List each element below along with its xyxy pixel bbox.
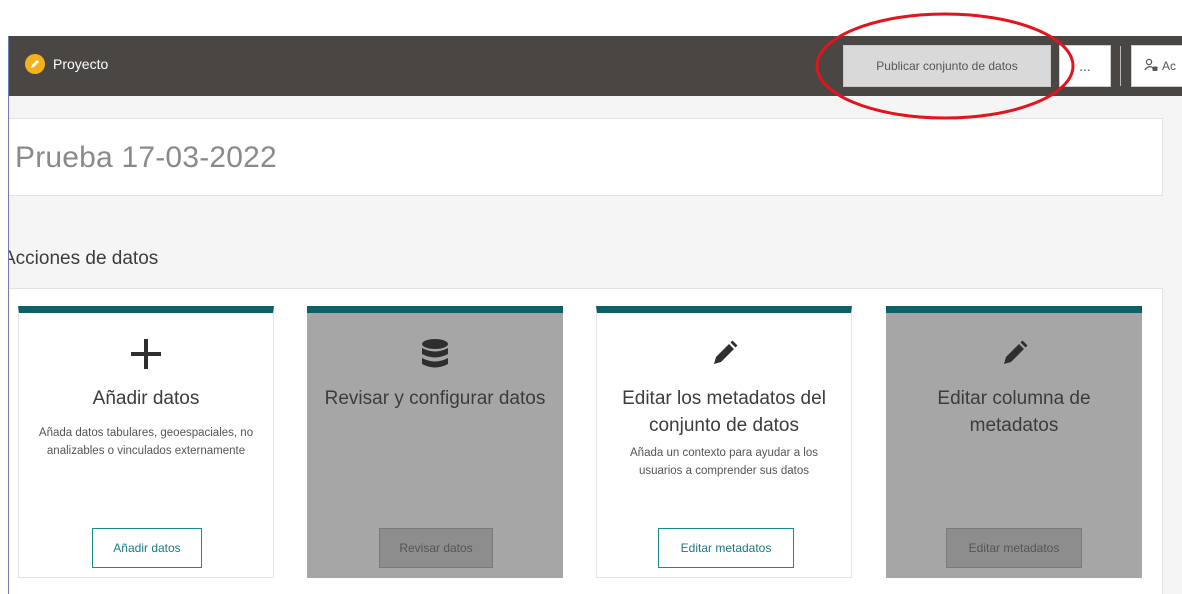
project-brand[interactable]: Proyecto	[25, 54, 108, 74]
publish-dataset-button[interactable]: Publicar conjunto de datos	[843, 45, 1051, 87]
pencil-icon	[597, 337, 851, 371]
edit-dataset-metadata-card: Editar los metadatos del conjunto de dat…	[596, 306, 852, 578]
user-lock-icon	[1144, 58, 1158, 75]
pencil-circle-icon	[25, 54, 45, 74]
card-title: Editar los metadatos del conjunto de dat…	[622, 388, 826, 436]
ellipsis-icon: ...	[1079, 58, 1091, 74]
card-description: Añada un contexto para ayudar a los usua…	[630, 447, 818, 477]
add-data-card: Añadir datos Añada datos tabulares, geoe…	[18, 306, 274, 578]
brand-label: Proyecto	[53, 56, 109, 72]
page-title: Prueba 17-03-2022	[15, 141, 277, 174]
database-icon	[307, 337, 563, 371]
plus-icon	[19, 337, 273, 371]
card-title: Editar columna de metadatos	[937, 388, 1091, 436]
top-bar: Proyecto Publicar conjunto de datos ... …	[9, 36, 1182, 96]
review-data-card: Revisar y configurar datos Revisar datos	[307, 306, 563, 578]
more-options-button[interactable]: ...	[1059, 45, 1111, 87]
review-data-button[interactable]: Revisar datos	[379, 528, 493, 568]
title-panel: Prueba 17-03-2022	[9, 118, 1163, 196]
section-title: Acciones de datos	[8, 248, 159, 269]
pencil-icon	[886, 337, 1142, 371]
access-button[interactable]: Ac	[1131, 45, 1182, 87]
add-data-button[interactable]: Añadir datos	[92, 528, 202, 568]
app-window: Proyecto Publicar conjunto de datos ... …	[8, 36, 1182, 594]
card-title: Añadir datos	[92, 388, 200, 409]
edit-column-metadata-card: Editar columna de metadatos Editar metad…	[886, 306, 1142, 578]
card-description: Añada datos tabulares, geoespaciales, no…	[38, 427, 254, 457]
edit-metadata-button[interactable]: Editar metadatos	[658, 528, 794, 568]
topbar-divider	[1120, 46, 1121, 86]
data-actions-panel: Añadir datos Añada datos tabulares, geoe…	[9, 288, 1163, 594]
card-title: Revisar y configurar datos	[324, 388, 546, 409]
edit-column-metadata-button[interactable]: Editar metadatos	[946, 528, 1082, 568]
access-label: Ac	[1162, 59, 1177, 73]
